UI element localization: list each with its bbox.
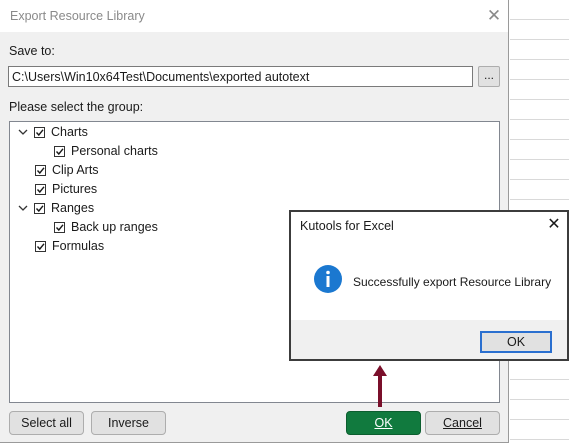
tree-node-pictures[interactable]: Pictures (35, 180, 97, 198)
info-icon (314, 265, 342, 293)
checkbox-ranges[interactable] (34, 202, 45, 214)
tree-label: Back up ranges (71, 220, 158, 234)
browse-button[interactable]: ... (478, 66, 500, 87)
tree-label: Pictures (52, 182, 98, 196)
tree-node-charts[interactable]: Charts (18, 123, 88, 141)
tree-node-back-up-ranges[interactable]: Back up ranges (54, 218, 158, 236)
tree-label: Charts (51, 125, 88, 139)
kutools-message-box: Kutools for Excel ✕ Successfully export … (289, 210, 569, 361)
message-ok-button[interactable]: OK (480, 331, 552, 353)
checkbox-personal-charts[interactable] (54, 145, 65, 157)
sheet-row-line (510, 99, 569, 100)
sheet-row-line (510, 19, 569, 20)
dialog-title: Export Resource Library (10, 9, 145, 23)
sheet-row-line (510, 159, 569, 160)
sheet-row-line (510, 139, 569, 140)
cancel-button[interactable]: Cancel (425, 411, 500, 435)
chevron-down-icon[interactable] (18, 203, 28, 213)
tree-label: Ranges (51, 201, 95, 215)
tree-label: Clip Arts (52, 163, 99, 177)
checkbox-back-up-ranges[interactable] (54, 221, 65, 233)
sheet-row-line (510, 199, 569, 200)
tree-node-clip-arts[interactable]: Clip Arts (35, 161, 99, 179)
sheet-row-line (510, 39, 569, 40)
sheet-row-line (510, 439, 569, 440)
close-icon[interactable]: ✕ (543, 214, 565, 236)
save-to-label: Save to: (9, 44, 55, 58)
sheet-row-line (510, 399, 569, 400)
tree-label: Formulas (52, 239, 105, 253)
tree-label: Personal charts (71, 144, 158, 158)
ok-button[interactable]: OK (346, 411, 421, 435)
close-icon[interactable]: ✕ (482, 5, 506, 27)
sheet-row-line (510, 59, 569, 60)
checkbox-clip-arts[interactable] (35, 164, 46, 176)
dialog-titlebar: Export Resource Library ✕ (0, 0, 508, 32)
inverse-button[interactable]: Inverse (91, 411, 166, 435)
message-box-title: Kutools for Excel (300, 219, 394, 233)
save-path-input[interactable] (8, 66, 473, 87)
sheet-row-line (510, 119, 569, 120)
select-all-button[interactable]: Select all (9, 411, 84, 435)
up-arrow-annotation (373, 365, 387, 407)
message-text: Successfully export Resource Library (353, 275, 552, 289)
tree-node-personal-charts[interactable]: Personal charts (54, 142, 158, 160)
cancel-button-label: Cancel (443, 416, 482, 430)
tree-node-formulas[interactable]: Formulas (35, 237, 104, 255)
ok-button-label: OK (374, 416, 393, 430)
sheet-row-line (510, 79, 569, 80)
message-box-footer: OK (291, 320, 567, 359)
group-select-label: Please select the group: (9, 100, 144, 114)
checkbox-charts[interactable] (34, 126, 45, 138)
message-box-body: Successfully export Resource Library (291, 240, 567, 320)
sheet-row-line (510, 419, 569, 420)
tree-node-ranges[interactable]: Ranges (18, 199, 94, 217)
sheet-row-line (510, 379, 569, 380)
checkbox-pictures[interactable] (35, 183, 46, 195)
chevron-down-icon[interactable] (18, 127, 28, 137)
sheet-row-line (510, 179, 569, 180)
checkbox-formulas[interactable] (35, 240, 46, 252)
